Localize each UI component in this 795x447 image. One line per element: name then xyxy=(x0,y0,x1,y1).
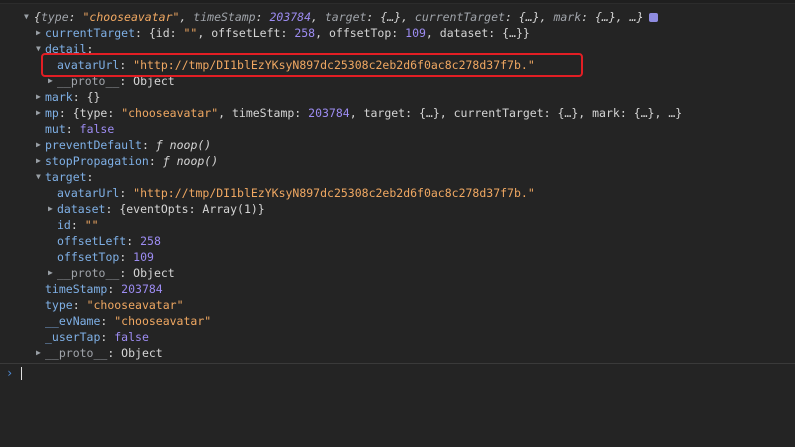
expanded-triangle-icon[interactable]: ▼ xyxy=(36,169,41,185)
property-row-target-dataset[interactable]: ▶ dataset: {eventOpts: Array(1)} xyxy=(0,201,795,217)
property-row-target-offsetLeft[interactable]: offsetLeft: 258 xyxy=(0,233,795,249)
property-row-preventDefault[interactable]: ▶ preventDefault: ƒ noop() xyxy=(0,137,795,153)
property-row-stopPropagation[interactable]: ▶ stopPropagation: ƒ noop() xyxy=(0,153,795,169)
property-row-timeStamp[interactable]: timeStamp: 203784 xyxy=(0,281,795,297)
collapsed-triangle-icon[interactable]: ▶ xyxy=(36,25,41,41)
property-row-proto[interactable]: ▶ __proto__: Object xyxy=(0,345,795,361)
property-row-target-proto[interactable]: ▶ __proto__: Object xyxy=(0,265,795,281)
property-row-userTap[interactable]: _userTap: false xyxy=(0,329,795,345)
property-row-target-id[interactable]: id: "" xyxy=(0,217,795,233)
collapsed-triangle-icon[interactable]: ▶ xyxy=(48,201,53,217)
property-row-target[interactable]: ▼ target: xyxy=(0,169,795,185)
info-badge-icon[interactable] xyxy=(648,13,658,22)
console-prompt-icon: › xyxy=(6,366,14,380)
property-row-type[interactable]: type: "chooseavatar" xyxy=(0,297,795,313)
collapsed-triangle-icon[interactable]: ▶ xyxy=(36,137,41,153)
collapsed-triangle-icon[interactable]: ▶ xyxy=(36,105,41,121)
highlight-annotation-box xyxy=(41,53,583,77)
collapsed-triangle-icon[interactable]: ▶ xyxy=(48,265,53,281)
property-row-mark[interactable]: ▶ mark: {} xyxy=(0,89,795,105)
collapsed-triangle-icon[interactable]: ▶ xyxy=(36,153,41,169)
console-divider xyxy=(0,363,795,364)
expanded-triangle-icon[interactable]: ▼ xyxy=(24,9,29,25)
property-row-mut[interactable]: mut: false xyxy=(0,121,795,137)
root-object-row[interactable]: ▼ {type: "chooseavatar", timeStamp: 2037… xyxy=(0,9,795,25)
property-row-currentTarget[interactable]: ▶ currentTarget: {id: "", offsetLeft: 25… xyxy=(0,25,795,41)
property-row-target-avatarUrl[interactable]: avatarUrl: "http://tmp/DI1blEzYKsyN897dc… xyxy=(0,185,795,201)
property-row-mp[interactable]: ▶ mp: {type: "chooseavatar", timeStamp: … xyxy=(0,105,795,121)
console-input-caret[interactable] xyxy=(21,367,22,380)
expanded-triangle-icon[interactable]: ▼ xyxy=(36,41,41,57)
property-row-evName[interactable]: __evName: "chooseavatar" xyxy=(0,313,795,329)
property-row-target-offsetTop[interactable]: offsetTop: 109 xyxy=(0,249,795,265)
collapsed-triangle-icon[interactable]: ▶ xyxy=(36,345,41,361)
collapsed-triangle-icon[interactable]: ▶ xyxy=(36,89,41,105)
previous-output-edge xyxy=(0,0,795,4)
